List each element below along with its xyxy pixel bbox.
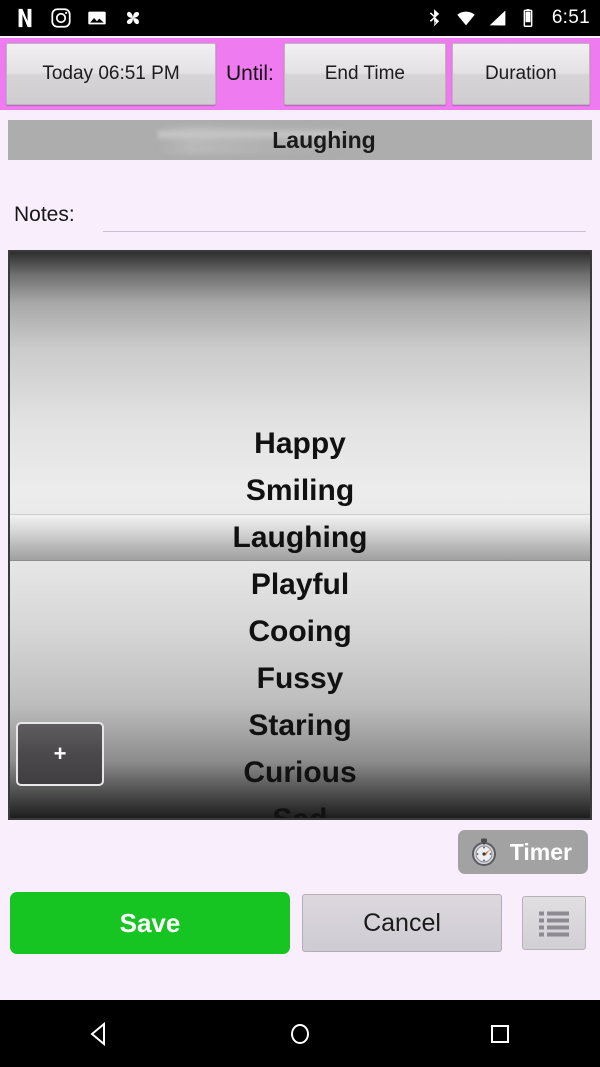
mood-picker[interactable]: Happy Smiling Laughing Playful Cooing Fu… [8,250,592,820]
action-bar: Save Cancel [0,890,600,956]
bluetooth-icon [429,9,439,27]
cancel-button[interactable]: Cancel [302,894,502,952]
start-time-button[interactable]: Today 06:51 PM [6,43,216,105]
instagram-icon [51,8,71,28]
end-time-button[interactable]: End Time [283,43,446,105]
timer-button-label: Timer [509,838,572,865]
list-item[interactable]: Fussy [10,655,590,702]
stopwatch-icon [471,838,496,866]
page-title: Laughing [272,126,376,153]
list-item-selected[interactable]: Laughing [10,514,590,561]
list-item[interactable]: Happy [10,420,590,467]
pinwheel-icon [126,11,140,25]
entry-title-bar: Laughing [8,120,592,160]
list-icon [539,911,569,937]
status-bar-clock: 6:51 [551,7,590,28]
wifi-icon [457,11,475,26]
list-view-button[interactable] [522,896,586,950]
list-item[interactable]: Playful [10,561,590,608]
timer-row: Timer [0,830,600,876]
list-item[interactable]: Smiling [10,467,590,514]
back-icon[interactable] [85,1019,115,1049]
add-mood-button[interactable]: + [16,722,104,786]
list-item[interactable]: Cooing [10,608,590,655]
recents-icon[interactable] [485,1019,515,1049]
save-button[interactable]: Save [10,892,290,954]
timer-button[interactable]: Timer [457,830,588,874]
time-range-bar: Today 06:51 PM Until: End Time Duration [0,38,600,110]
netflix-icon [18,8,32,28]
status-bar-system: 6:51 [424,7,590,29]
android-nav-bar [0,1000,600,1067]
status-bar: 6:51 [0,0,600,36]
battery-icon [523,9,533,27]
notes-input[interactable] [102,198,586,232]
home-icon[interactable] [285,1019,315,1049]
photos-icon [88,11,106,25]
notes-row: Notes: [0,192,600,238]
notes-label: Notes: [14,203,75,226]
until-label: Until: [226,62,274,85]
duration-button[interactable]: Duration [451,43,590,105]
list-item[interactable]: Sad [10,796,590,819]
status-bar-notifications [14,7,144,29]
cellular-signal-icon [489,10,506,26]
